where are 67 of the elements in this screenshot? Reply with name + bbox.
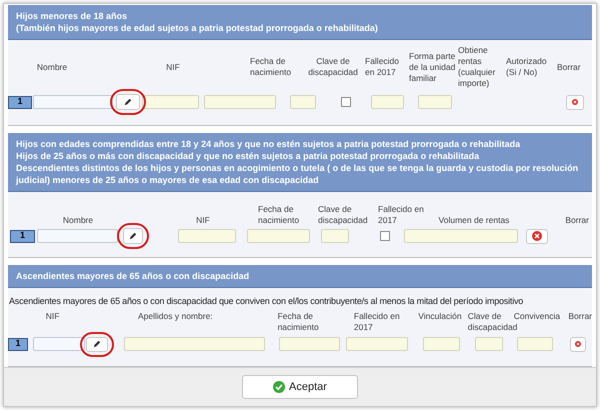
delete-button[interactable]	[566, 94, 584, 110]
text-field[interactable]	[423, 337, 460, 351]
delete-button[interactable]	[526, 228, 548, 244]
accept-button[interactable]: Aceptar	[242, 374, 358, 399]
section-title: Hijos de 25 años o más con discapacidad y que no estén sujetos a patria potestad prorrogada o rehabilitada	[16, 150, 480, 162]
section-title: Hijos menores de 18 años	[16, 10, 128, 22]
column-heading: Clave de discapacidad	[307, 56, 359, 78]
close-icon	[532, 231, 542, 241]
text-field[interactable]	[204, 95, 276, 109]
section-title: Hijos con edades comprendidas entre 18 y 24 años y que no estén sujetos a patria potestad prorrogada o rehabilitada	[16, 138, 522, 150]
close-icon	[575, 341, 581, 347]
delete-button[interactable]	[570, 336, 586, 352]
column-heading: Fecha de nacimiento	[250, 56, 292, 78]
text-field[interactable]	[279, 337, 340, 351]
column-heading: Autorizado (Si / No)	[505, 56, 548, 78]
row-number: 1	[8, 96, 32, 108]
name-field[interactable]	[37, 229, 118, 243]
text-field[interactable]	[346, 337, 408, 351]
row-number: 1	[8, 338, 28, 350]
text-field[interactable]	[475, 337, 503, 351]
column-heading: Apellidos y nombre:	[137, 310, 214, 322]
pencil-icon	[129, 232, 137, 240]
row-number: 1	[10, 230, 35, 242]
text-field[interactable]	[142, 95, 199, 109]
column-heading: Obtiene rentas (cualquier importe)	[458, 45, 496, 89]
checkbox[interactable]	[380, 231, 390, 241]
column-heading: Fallecido en 2017	[378, 204, 425, 226]
edit-button[interactable]	[116, 94, 140, 110]
column-heading: Convivencia	[514, 310, 562, 322]
close-icon	[572, 99, 578, 105]
text-field[interactable]	[517, 337, 553, 351]
column-heading: Volumen de rentas	[438, 215, 510, 226]
column-heading: Fecha de nacimiento	[258, 204, 300, 226]
edit-button[interactable]	[123, 228, 143, 244]
section-title: Ascendientes mayores de 65 años o con discapacidad	[16, 270, 250, 282]
column-heading: Borrar	[557, 62, 582, 72]
name-field[interactable]	[33, 95, 113, 109]
column-heading: Nombre	[36, 62, 68, 72]
name-field[interactable]	[33, 337, 85, 351]
text-field[interactable]	[178, 229, 236, 243]
text-field[interactable]	[371, 95, 404, 109]
column-heading: Clave de discapacidad	[318, 204, 369, 226]
text-field[interactable]	[247, 229, 310, 243]
column-heading: Borrar	[564, 215, 590, 226]
text-field[interactable]	[290, 95, 316, 109]
column-heading: Fecha de nacimiento	[276, 310, 320, 332]
section-title: Descendientes distintos de los hijos y personas en acogimiento o tutela ( o de las que se tenga la guarda y custodia por resolución judicial) menores de 25 años o mayores de esa edad con discapacidad	[16, 162, 580, 186]
text-field[interactable]	[321, 229, 349, 243]
column-heading: NIF	[195, 215, 211, 226]
text-field[interactable]	[418, 95, 452, 109]
column-heading: Vinculación	[417, 310, 463, 322]
column-heading: NIF	[165, 62, 181, 72]
text-field[interactable]	[124, 337, 265, 351]
checkbox[interactable]	[341, 97, 351, 107]
column-heading: Borrar	[567, 310, 592, 322]
text-field[interactable]	[404, 229, 518, 243]
column-heading: Nombre	[62, 215, 94, 226]
column-heading: Fallecido en 2017	[364, 56, 400, 78]
check-icon	[273, 380, 286, 393]
section-subtitle: Ascendientes mayores de 65 años o con discapacidad que conviven con el/los contribuyente/s al menos la mitad del período impositivo	[8, 295, 524, 308]
pencil-icon	[124, 98, 132, 106]
pencil-icon	[93, 340, 101, 348]
edit-button[interactable]	[86, 336, 108, 352]
section-title: (También hijos mayores de edad sujetos a patria potestad prorrogada o rehabilitada)	[16, 22, 379, 34]
column-heading: Forma parte de la unidad familiar	[408, 50, 456, 84]
column-heading: Fallecido en 2017	[352, 310, 401, 332]
column-heading: NIF	[44, 310, 60, 322]
